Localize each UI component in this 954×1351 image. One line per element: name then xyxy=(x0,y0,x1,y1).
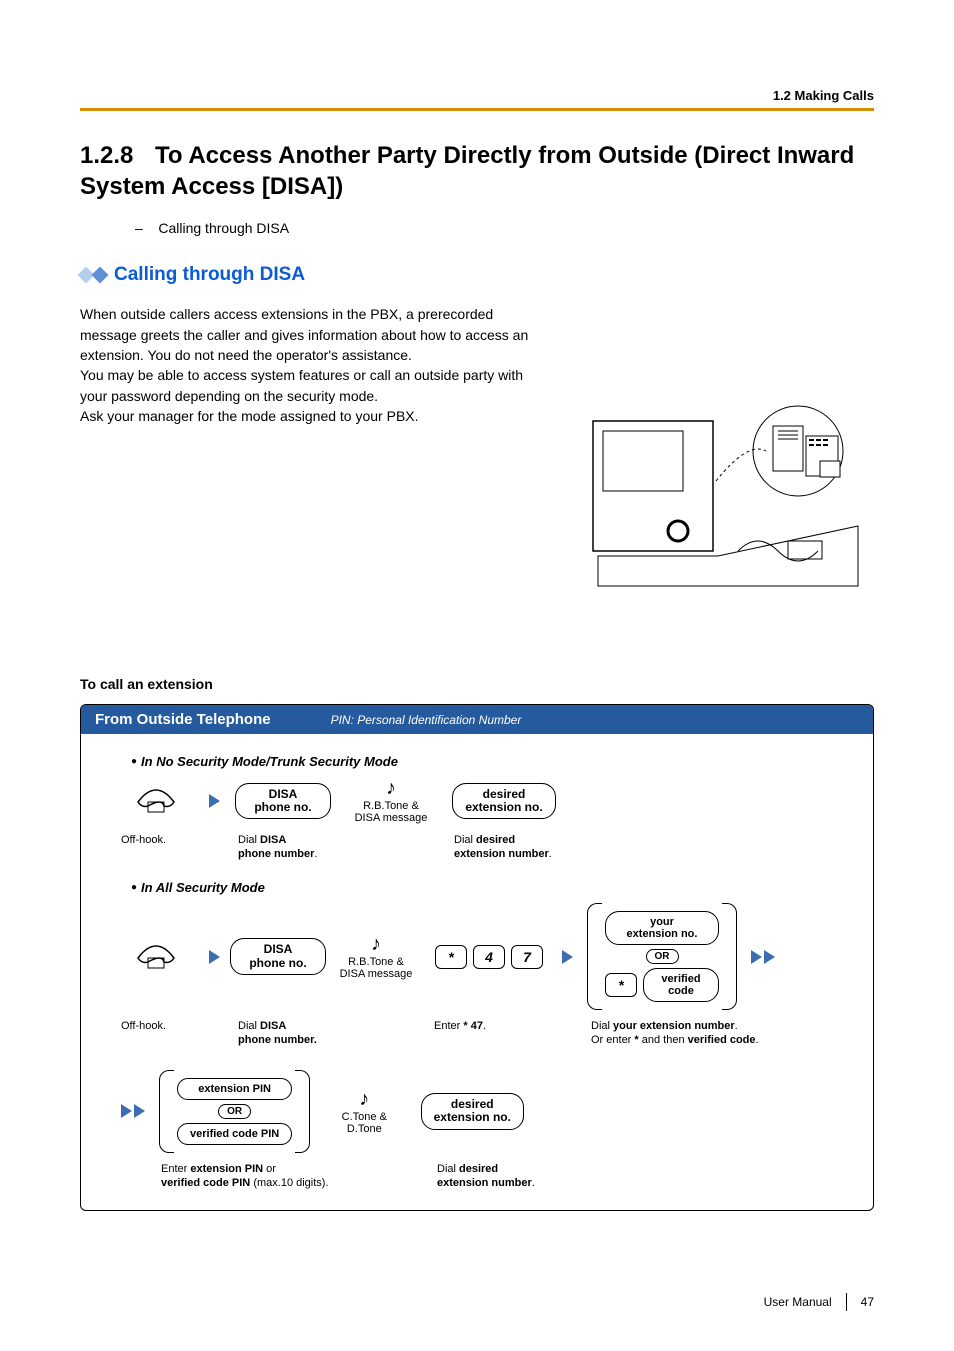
tone-icon: ♪ xyxy=(359,1088,369,1111)
double-arrow-icon xyxy=(751,950,775,964)
key-star: * xyxy=(435,945,467,969)
paragraph-3: Ask your manager for the mode assigned t… xyxy=(80,408,419,424)
footer-manual: User Manual xyxy=(764,1295,832,1309)
mode1-row: DISA phone no. ♪ R.B.Tone & DISA message… xyxy=(121,777,853,824)
verified-code-pin-box: verified code PIN xyxy=(177,1123,292,1145)
disa-illustration xyxy=(587,390,869,592)
arrow-icon xyxy=(562,950,573,964)
or-pill: OR xyxy=(646,949,679,964)
dial-disa-caption: Dial DISAphone number. xyxy=(238,1020,318,1048)
mode2-row2: extension PIN OR verified code PIN ♪ C.T… xyxy=(121,1070,853,1153)
dial-disa-caption: Dial DISAphone number. xyxy=(238,834,328,862)
key-4: 4 xyxy=(473,945,505,969)
dial-desired-caption: Dial desiredextension number. xyxy=(437,1163,567,1191)
offhook-caption: Off-hook. xyxy=(121,834,191,862)
pin-group: extension PIN OR verified code PIN xyxy=(163,1070,306,1153)
or-pill: OR xyxy=(218,1104,251,1119)
your-ext-box: your extension no. xyxy=(605,911,719,945)
flow-titlebar: From Outside Telephone PIN: Personal Ide… xyxy=(81,705,873,734)
footer-divider xyxy=(846,1293,847,1311)
subheading-icon xyxy=(80,269,108,281)
key-7: 7 xyxy=(511,945,543,969)
mode2-label: In All Security Mode xyxy=(131,880,853,895)
mode2-row1: DISA phone no. ♪ R.B.Tone & DISA message… xyxy=(121,903,853,1010)
phone-icon xyxy=(134,782,178,819)
subheading: Calling through DISA xyxy=(114,264,305,286)
disa-phone-box: DISA phone no. xyxy=(230,938,326,974)
enter-47-caption: Enter * 47. xyxy=(434,1020,544,1048)
offhook-caption: Off-hook. xyxy=(121,1020,191,1048)
tone-label: R.B.Tone & DISA message xyxy=(355,800,428,824)
desired-ext-box: desired extension no. xyxy=(452,783,555,819)
dial-ext-or-verified-caption: Dial your extension number. Or enter * a… xyxy=(591,1020,791,1048)
page-footer: User Manual 47 xyxy=(764,1293,874,1311)
tone-icon: ♪ xyxy=(386,777,396,800)
desired-ext-box: desired extension no. xyxy=(421,1093,524,1129)
ext-or-verified-group: your extension no. OR * verified code xyxy=(591,903,733,1010)
disa-phone-box: DISA phone no. xyxy=(235,783,331,819)
flow-title-left: From Outside Telephone xyxy=(95,711,271,728)
toc-bullet: – Calling through DISA xyxy=(135,220,874,236)
enter-pin-caption: Enter extension PIN or verified code PIN… xyxy=(161,1163,361,1191)
procedure-label: To call an extension xyxy=(80,676,874,692)
dial-ext-caption: Dial desiredextension number. xyxy=(454,834,584,862)
phone-icon xyxy=(134,938,178,975)
mode1-label: In No Security Mode/Trunk Security Mode xyxy=(131,754,853,769)
tone-label: C.Tone & D.Tone xyxy=(342,1111,387,1135)
paragraph-1: When outside callers access extensions i… xyxy=(80,306,528,363)
section-title-text: To Access Another Party Directly from Ou… xyxy=(80,142,854,200)
footer-page: 47 xyxy=(861,1295,874,1309)
section-title: 1.2.8 To Access Another Party Directly f… xyxy=(80,140,874,202)
tone-icon: ♪ xyxy=(371,933,381,956)
flow-diagram: From Outside Telephone PIN: Personal Ide… xyxy=(80,704,874,1211)
header-rule xyxy=(80,108,874,111)
double-arrow-icon xyxy=(121,1104,145,1118)
tone-label: R.B.Tone & DISA message xyxy=(340,956,413,980)
verified-code-box: verified code xyxy=(643,968,719,1002)
arrow-icon xyxy=(209,950,220,964)
paragraph: When outside callers access extensions i… xyxy=(80,304,550,426)
header-breadcrumb: 1.2 Making Calls xyxy=(773,88,874,103)
arrow-icon xyxy=(209,794,220,808)
flow-title-right: PIN: Personal Identification Number xyxy=(331,713,522,727)
paragraph-2: You may be able to access system feature… xyxy=(80,367,523,403)
section-number: 1.2.8 xyxy=(80,140,155,171)
toc-bullet-text: Calling through DISA xyxy=(158,220,289,236)
keypad-sequence: * 4 7 xyxy=(435,945,543,969)
key-star: * xyxy=(605,973,637,997)
extension-pin-box: extension PIN xyxy=(177,1078,292,1100)
